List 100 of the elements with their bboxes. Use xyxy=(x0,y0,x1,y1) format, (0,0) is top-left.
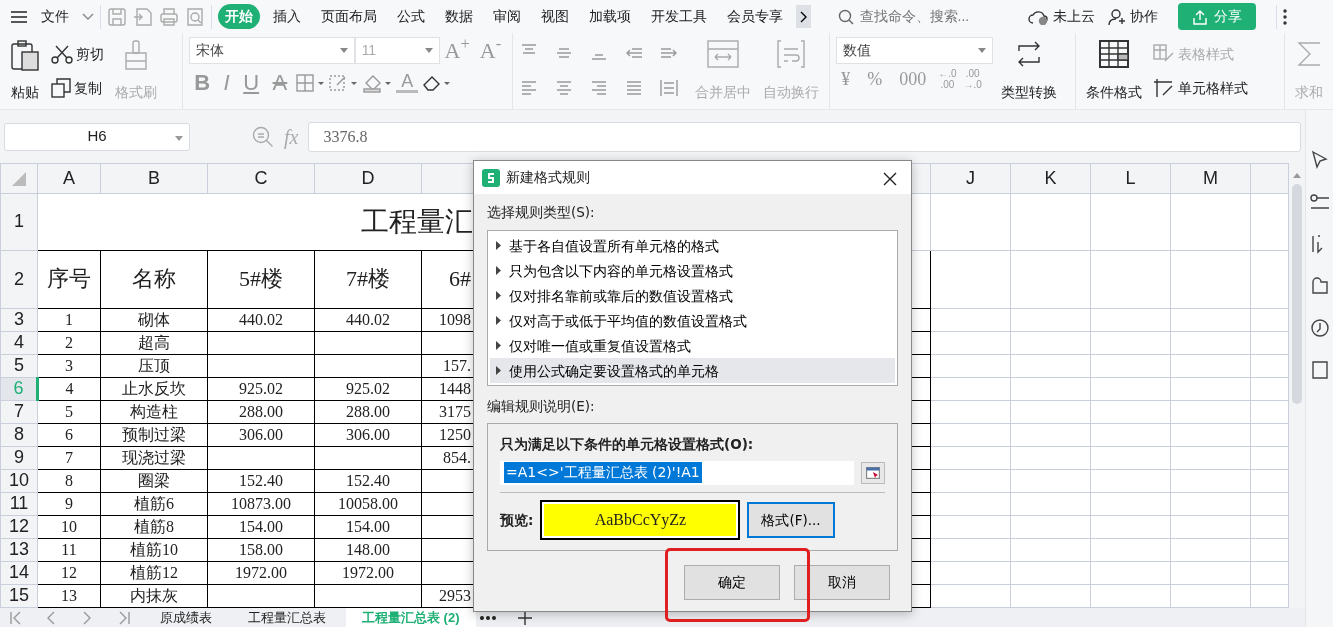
search-icon xyxy=(838,8,854,25)
menu-tab[interactable]: 页面布局 xyxy=(314,4,384,29)
column-header[interactable]: D xyxy=(314,163,422,194)
zoom-icon[interactable] xyxy=(252,125,274,148)
cut-button[interactable]: 剪切 xyxy=(48,41,107,67)
menu-icon[interactable] xyxy=(10,9,28,24)
column-header[interactable]: C xyxy=(207,163,315,194)
column-header[interactable]: K xyxy=(1010,163,1091,194)
collaborate-link[interactable]: 协作 xyxy=(1129,6,1158,27)
first-sheet-icon[interactable] xyxy=(9,611,23,625)
page-icon[interactable] xyxy=(1309,360,1330,380)
row-header[interactable]: 10 xyxy=(0,469,38,493)
table-cell: 压顶 xyxy=(100,354,208,378)
sheet-tab[interactable]: 工程量汇总表 xyxy=(232,608,342,627)
chevron-down-icon[interactable] xyxy=(82,12,94,21)
table-cell: 288.00 xyxy=(314,400,422,424)
preview-icon[interactable] xyxy=(185,6,205,27)
cell-style-button[interactable]: 单元格样式 xyxy=(1150,75,1252,101)
more-vertical-icon[interactable] xyxy=(1282,8,1287,25)
row-header[interactable]: 3 xyxy=(0,308,38,332)
column-header[interactable]: A xyxy=(37,163,101,194)
search-field[interactable]: 查找命令、搜索... xyxy=(857,5,1008,28)
type-convert-button[interactable]: 类型转换 xyxy=(997,37,1062,105)
table-cell: 440.02 xyxy=(314,308,422,332)
merge-icon xyxy=(706,39,741,69)
dialog-button[interactable]: 取消 xyxy=(794,564,890,600)
cloud-status[interactable]: 未上云 xyxy=(1053,6,1095,27)
rule-type-item[interactable]: 仅对排名靠前或靠后的数值设置格式 xyxy=(490,283,895,309)
cell-fill-icon[interactable] xyxy=(329,72,360,93)
row-header[interactable]: 12 xyxy=(0,515,38,539)
more-tabs-button[interactable] xyxy=(796,5,811,28)
print-icon[interactable] xyxy=(159,6,179,27)
expand-arrow-icon xyxy=(496,241,501,251)
sheet-tab[interactable]: 原成绩表 xyxy=(144,608,228,627)
name-box[interactable]: H6 xyxy=(4,122,190,151)
row-header[interactable]: 8 xyxy=(0,423,38,447)
rule-type-item[interactable]: 只为包含以下内容的单元格设置格式 xyxy=(490,258,895,284)
scissors-icon xyxy=(51,44,73,64)
table-cell: 10058.00 xyxy=(314,492,422,516)
menu-tab[interactable]: 视图 xyxy=(534,4,576,29)
menu-tab[interactable]: 加载项 xyxy=(582,4,638,29)
distributed-icon[interactable] xyxy=(659,77,680,98)
rule-type-item[interactable]: 仅对唯一值或重复值设置格式 xyxy=(490,333,895,359)
scroll-up-icon[interactable] xyxy=(1293,173,1301,178)
range-picker-button[interactable] xyxy=(861,461,885,484)
row-header[interactable]: 9 xyxy=(0,446,38,470)
column-header[interactable]: L xyxy=(1090,163,1171,194)
table-cell: 152.40 xyxy=(314,469,422,493)
table-cell: 925.02 xyxy=(207,377,315,401)
formula-input[interactable]: =A1<>'工程量汇总表 (2)'!A1 xyxy=(500,460,854,485)
row-header[interactable]: 2 xyxy=(0,250,38,309)
row-header[interactable]: 11 xyxy=(0,492,38,516)
copy-button[interactable]: 复制 xyxy=(48,75,107,101)
row-header[interactable]: 5 xyxy=(0,354,38,378)
table-cell: 预制过梁 xyxy=(100,423,208,447)
column-header[interactable]: M xyxy=(1170,163,1251,194)
menu-tab[interactable]: 插入 xyxy=(266,4,308,29)
more-icon[interactable] xyxy=(479,616,496,620)
row-header[interactable]: 4 xyxy=(0,331,38,355)
table-cell: 10873.00 xyxy=(207,492,315,516)
row-header[interactable]: 7 xyxy=(0,400,38,424)
select-all-icon[interactable] xyxy=(12,171,26,186)
menu-tab[interactable]: 会员专享 xyxy=(720,4,790,29)
borders-icon[interactable] xyxy=(295,72,326,93)
font-name-dropdown[interactable]: 宋体 xyxy=(189,37,355,64)
row-header[interactable]: 1 xyxy=(0,193,38,251)
formula-field[interactable]: 3376.8 xyxy=(308,121,1301,152)
caret-down-icon xyxy=(424,48,433,53)
section-label: 编辑规则说明(E): xyxy=(487,397,596,417)
cursor-icon[interactable] xyxy=(1309,150,1330,170)
menu-tab[interactable]: 开发工具 xyxy=(644,4,714,29)
menu-tab[interactable]: 公式 xyxy=(390,4,432,29)
dialog-button[interactable]: 确定 xyxy=(684,564,780,600)
table-cell: 8 xyxy=(37,469,101,493)
row-header[interactable]: 14 xyxy=(0,561,38,585)
format-button[interactable]: 格式(F)... xyxy=(747,501,835,538)
table-cell: 4 xyxy=(37,377,101,401)
row-header[interactable]: 15 xyxy=(0,584,38,608)
number-format-dropdown[interactable]: 数值 xyxy=(836,37,994,64)
conditional-format-button[interactable]: 条件格式 xyxy=(1082,37,1147,105)
close-icon xyxy=(883,172,897,186)
row-header[interactable]: 13 xyxy=(0,538,38,562)
file-menu[interactable]: 文件 xyxy=(34,4,76,29)
paste-button[interactable]: 粘贴 xyxy=(6,37,44,105)
rule-type-item[interactable]: 使用公式确定要设置格式的单元格 xyxy=(490,358,895,384)
rule-type-item[interactable]: 仅对高于或低于平均值的数值设置格式 xyxy=(490,308,895,334)
column-header[interactable]: B xyxy=(100,163,208,194)
menu-tab[interactable]: 审阅 xyxy=(486,4,528,29)
column-title: 名称 xyxy=(100,250,208,309)
sliders-icon[interactable] xyxy=(1309,192,1330,212)
export-icon[interactable] xyxy=(133,6,153,27)
menu-tab[interactable]: 数据 xyxy=(438,4,480,29)
rule-type-item[interactable]: 基于各自值设置所有单元格的格式 xyxy=(490,233,895,259)
add-sheet-icon[interactable] xyxy=(517,611,532,625)
last-sheet-icon[interactable] xyxy=(117,611,131,625)
scrollbar-thumb[interactable] xyxy=(1292,184,1302,404)
save-icon[interactable] xyxy=(107,6,127,27)
column-header[interactable]: J xyxy=(930,163,1011,194)
expand-arrow-icon xyxy=(496,316,501,326)
section-label: 选择规则类型(S): xyxy=(487,203,596,222)
